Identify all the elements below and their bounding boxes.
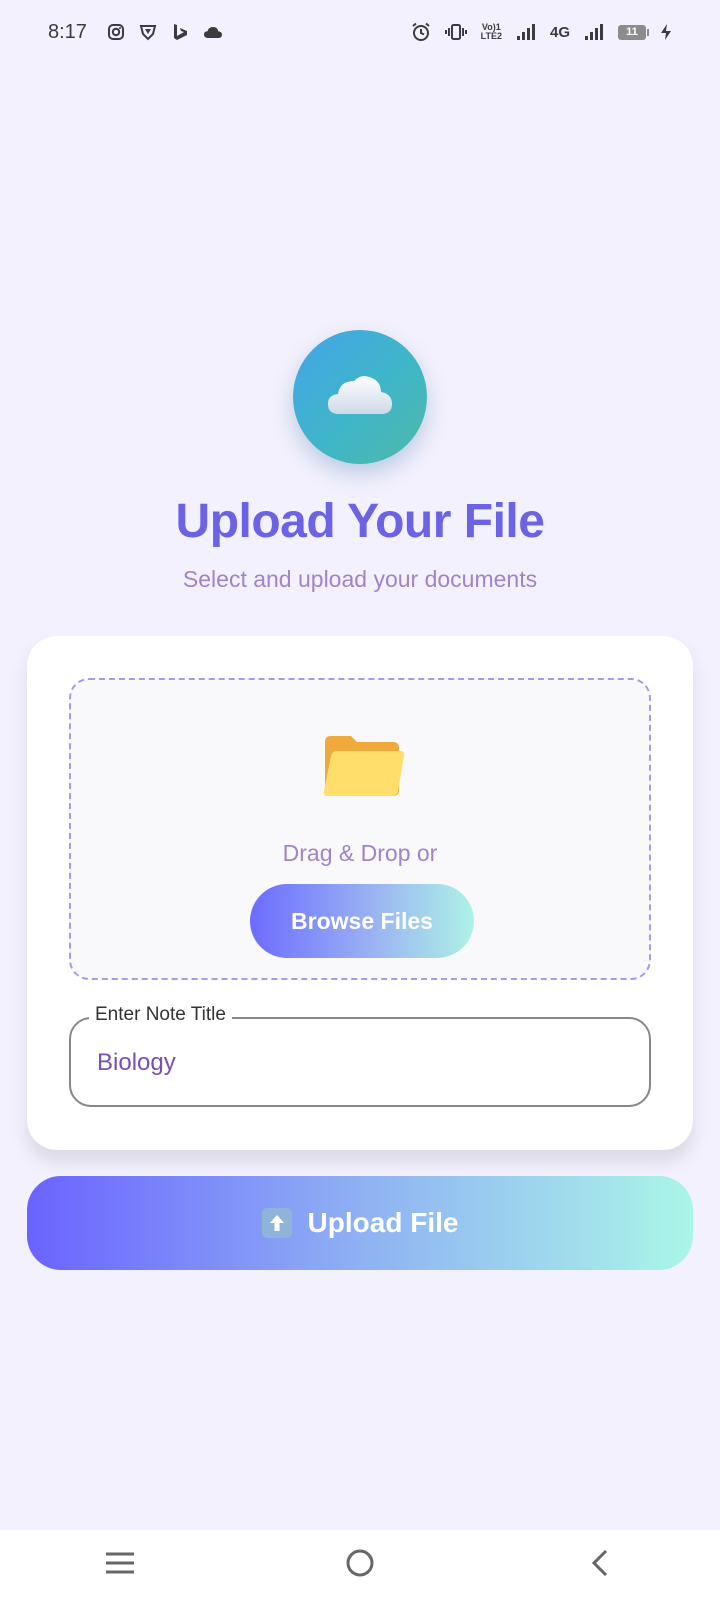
back-icon <box>588 1548 612 1583</box>
cloud-icon <box>325 370 395 425</box>
upload-file-button[interactable]: Upload File <box>27 1176 693 1270</box>
up-arrow-icon <box>261 1208 292 1238</box>
home-icon <box>344 1547 376 1584</box>
navigation-bar <box>0 1530 720 1600</box>
bing-icon <box>171 23 189 41</box>
note-title-label: Enter Note Title <box>89 1004 232 1026</box>
clock: 8:17 <box>48 20 87 43</box>
drop-instruction: Drag & Drop or <box>282 840 438 866</box>
menu-button[interactable] <box>90 1535 150 1595</box>
volte-icon: Vo)1 LTE2 <box>480 22 502 41</box>
signal-icon <box>516 23 536 41</box>
upload-file-label: Upload File <box>307 1207 459 1238</box>
upload-card: Drag & Drop or Browse Files Enter Note T… <box>27 636 693 1150</box>
instagram-icon <box>107 23 125 41</box>
charging-icon <box>660 23 672 41</box>
drop-zone[interactable]: Drag & Drop or Browse Files <box>69 678 651 980</box>
browse-files-button[interactable]: Browse Files <box>250 884 474 958</box>
back-button[interactable] <box>570 1535 630 1595</box>
note-title-field[interactable]: Enter Note Title Biology <box>69 1004 651 1107</box>
cloud-badge <box>293 330 427 464</box>
shield-icon <box>139 23 157 41</box>
battery-icon: 11 <box>618 24 649 40</box>
folder-icon <box>321 728 405 807</box>
note-title-value[interactable]: Biology <box>97 1049 176 1077</box>
status-bar: 8:17 Vo)1 LTE2 4G 11 <box>0 0 720 64</box>
menu-icon <box>104 1551 136 1580</box>
signal-icon-2 <box>584 23 604 41</box>
page-subtitle: Select and upload your documents <box>182 566 538 592</box>
home-button[interactable] <box>330 1535 390 1595</box>
alarm-icon <box>411 22 431 42</box>
vibrate-icon <box>444 23 467 41</box>
page-title: Upload Your File <box>175 495 545 548</box>
cloud-status-icon <box>203 25 223 39</box>
network-type: 4G <box>549 23 570 41</box>
